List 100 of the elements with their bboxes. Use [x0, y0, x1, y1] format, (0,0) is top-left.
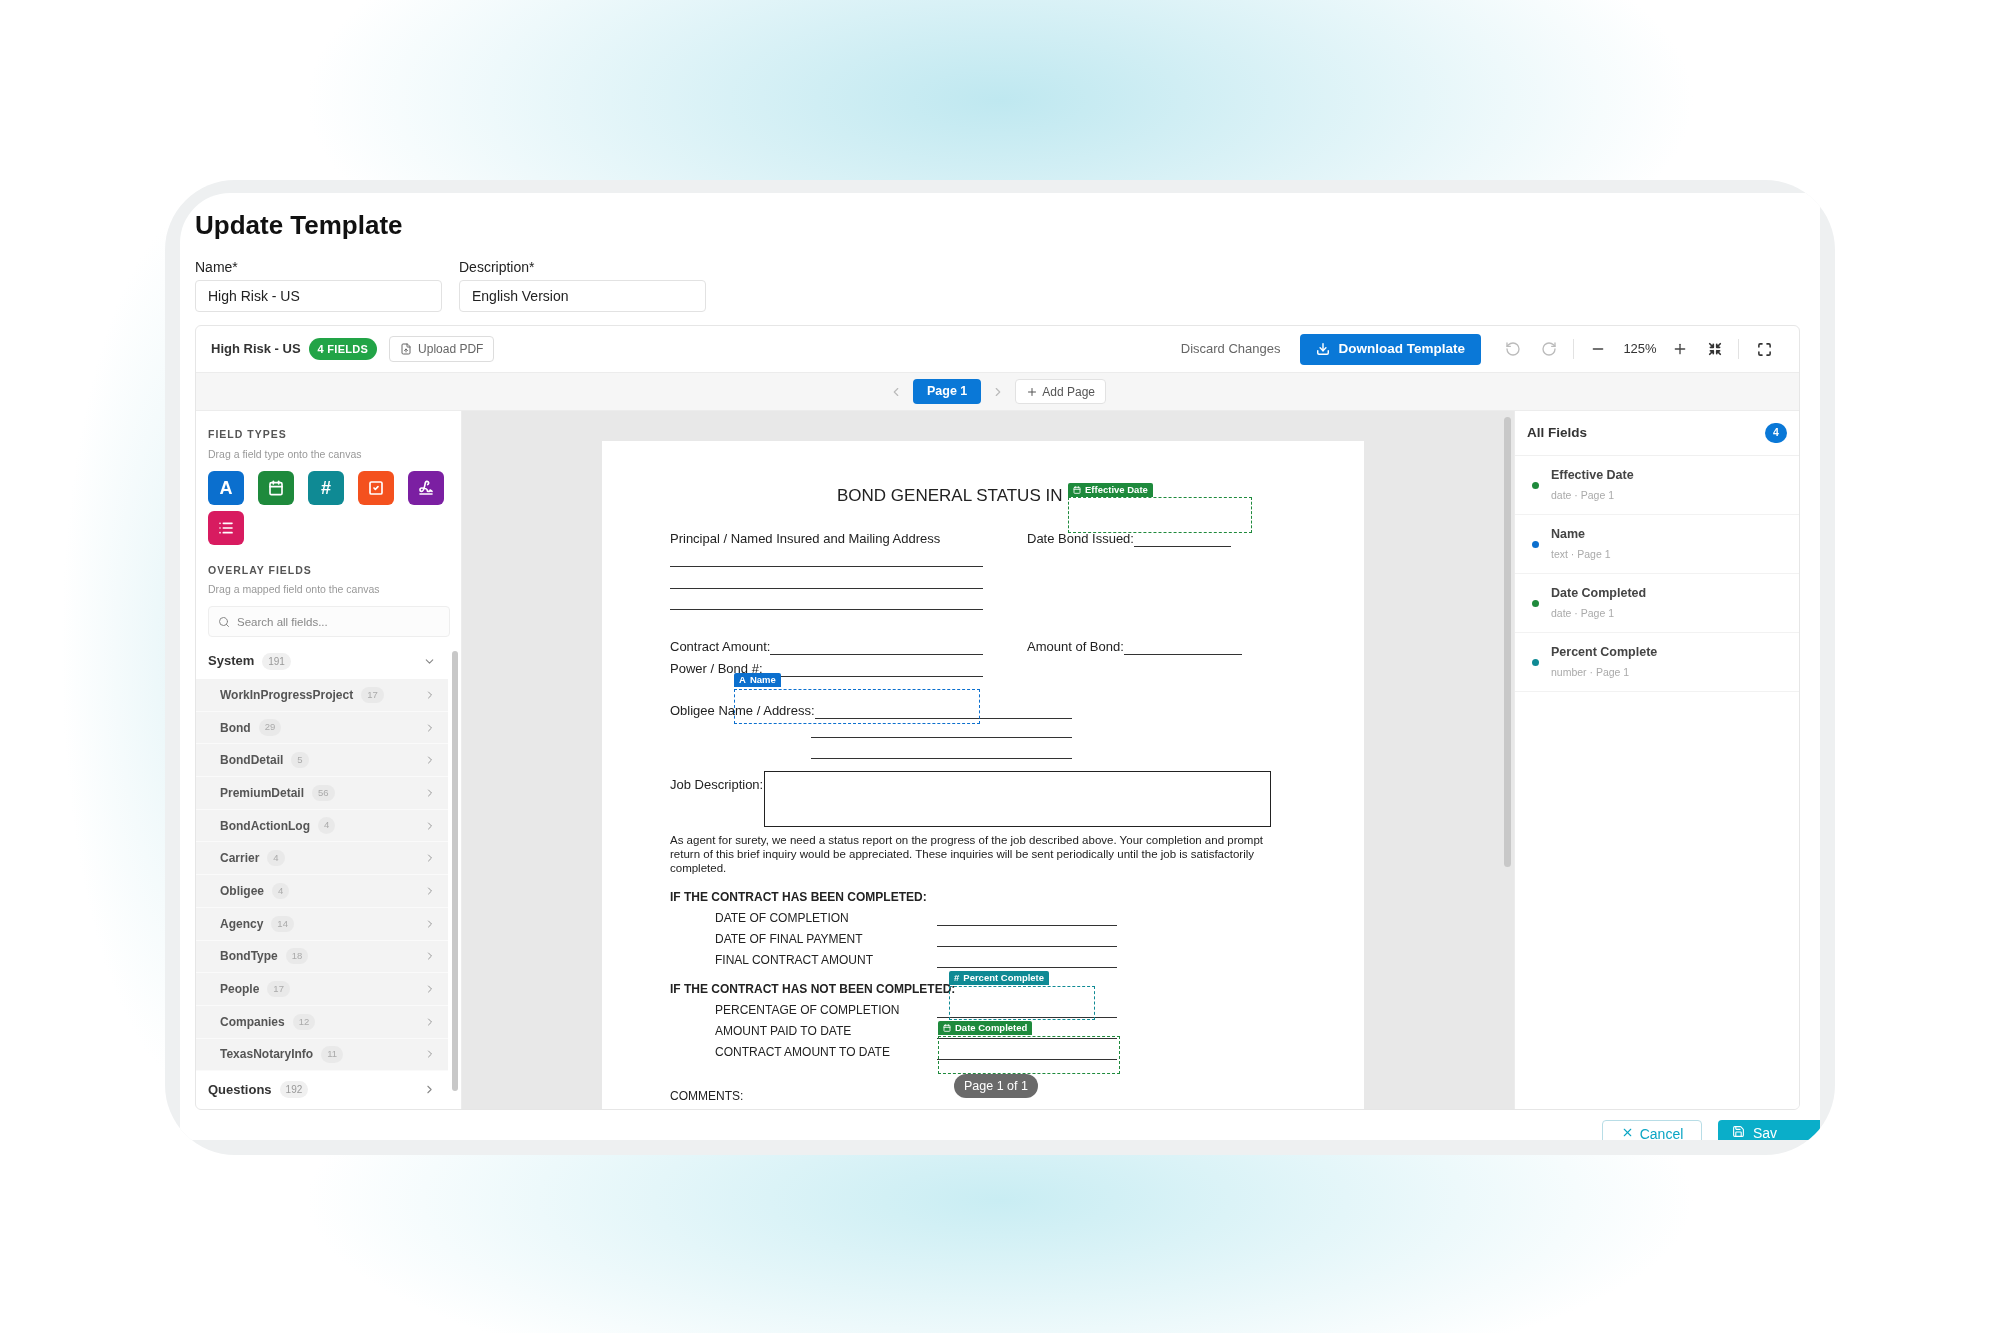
group-row[interactable]: Questions 192: [196, 1071, 448, 1108]
count-pill: 192: [279, 1080, 309, 1098]
form-label: CONTRACT AMOUNT TO DATE: [715, 1044, 891, 1060]
field-group-item[interactable]: People 17: [196, 973, 448, 1006]
group-name: System: [208, 652, 255, 671]
field-tag[interactable]: Effective Date: [1068, 483, 1153, 497]
page-tab[interactable]: Page 1: [913, 379, 982, 404]
form-label: Obligee Name / Address:: [670, 703, 815, 719]
count-pill: 56: [312, 784, 335, 802]
scrollbar-thumb[interactable]: [451, 651, 458, 1091]
field-list-item[interactable]: Effective Date date · Page 1: [1515, 456, 1799, 515]
section-heading: FIELD TYPES: [208, 427, 288, 442]
group-name: Questions: [208, 1080, 272, 1099]
download-template-button[interactable]: Download Template: [1300, 333, 1481, 365]
search-field[interactable]: Search all fields...: [208, 606, 450, 637]
field-type-button[interactable]: [258, 470, 294, 505]
discard-changes-button[interactable]: Discard Changes: [1180, 339, 1281, 359]
zoom-level: 125%: [1622, 340, 1658, 359]
count-pill: 12: [292, 1013, 316, 1030]
field-group-item[interactable]: PremiumDetail 56: [196, 777, 448, 810]
field-type-button[interactable]: #: [308, 470, 344, 505]
count-pill: 5: [291, 752, 309, 769]
item-name: BondType: [220, 948, 278, 966]
form-label: DATE OF FINAL PAYMENT: [715, 931, 864, 947]
field-type-button[interactable]: [358, 470, 394, 505]
field-group-item[interactable]: Companies 12: [196, 1005, 448, 1039]
calendar-icon: [943, 1024, 951, 1032]
input-field[interactable]: High Risk - US: [195, 280, 442, 312]
field-tag[interactable]: A Name: [734, 673, 781, 687]
item-name: BondActionLog: [220, 817, 310, 835]
file-upload-icon: [400, 343, 413, 355]
field-group-item[interactable]: WorkInProgressProject 17: [196, 679, 448, 712]
scrollbar-thumb[interactable]: [1503, 417, 1511, 867]
zoom-in-icon[interactable]: [1672, 341, 1688, 357]
field-group-item[interactable]: TexasNotaryInfo 11: [196, 1038, 448, 1072]
count-pill: 17: [267, 980, 290, 998]
field-tag[interactable]: # Percent Complete: [949, 971, 1050, 985]
field-type-button[interactable]: A: [208, 470, 244, 505]
field-tag[interactable]: Date Completed: [938, 1021, 1033, 1035]
item-name: Bond: [220, 719, 251, 737]
field-meta: date · Page 1: [1551, 606, 1616, 621]
calendar-icon: [268, 479, 284, 496]
count-pill: 4: [272, 882, 290, 900]
item-name: PremiumDetail: [220, 784, 305, 802]
form-label: Amount of Bond:: [1027, 639, 1124, 655]
section-hint: Drag a mapped field onto the canvas: [208, 582, 381, 598]
field-list-item[interactable]: Name text · Page 1: [1515, 515, 1799, 574]
field-count-badge: 4 FIELDS: [308, 337, 378, 361]
form-label: Date Bond Issued:: [1027, 531, 1134, 547]
form-label: PERCENTAGE OF COMPLETION: [715, 1002, 901, 1018]
add-page-button[interactable]: Add Page: [1015, 379, 1106, 404]
count-pill: 14: [271, 915, 294, 932]
download-icon: [1316, 342, 1331, 356]
item-name: Obligee: [220, 882, 264, 900]
field-group-item[interactable]: Obligee 4: [196, 875, 448, 908]
input-field[interactable]: English Version: [459, 280, 706, 312]
form-label: Contract Amount:: [670, 639, 771, 655]
field-group-item[interactable]: BondActionLog 4: [196, 809, 448, 843]
field-meta: date · Page 1: [1551, 488, 1616, 503]
field-group-item[interactable]: Agency 14: [196, 907, 448, 941]
checkbox-icon: [368, 479, 384, 496]
group-row[interactable]: System 191: [196, 643, 448, 679]
count-pill: 191: [262, 652, 291, 670]
field-meta: text · Page 1: [1551, 547, 1611, 562]
plus-icon: [1026, 385, 1039, 398]
section-hint: Drag a field type onto the canvas: [208, 446, 363, 462]
page-indicator: Page 1 of 1: [954, 1074, 1038, 1098]
form-label: Job Description:: [670, 776, 764, 794]
page-title: Update Template: [195, 209, 404, 241]
item-name: Companies: [220, 1013, 285, 1031]
hash-icon: #: [321, 478, 331, 497]
field-name: Percent Complete: [1551, 644, 1658, 662]
save-icon: [1732, 1125, 1745, 1138]
fullscreen-icon[interactable]: [1757, 341, 1772, 357]
field-meta: number · Page 1: [1551, 665, 1631, 680]
field-label: Description*: [459, 259, 536, 275]
section-heading: IF THE CONTRACT HAS BEEN COMPLETED:: [670, 889, 927, 905]
count-pill: 4: [318, 817, 336, 834]
panel-title: All Fields: [1527, 423, 1587, 442]
form-label: Principal / Named Insured and Mailing Address: [670, 531, 942, 547]
form-label: COMMENTS:: [670, 1088, 744, 1104]
field-type-button[interactable]: [208, 510, 244, 545]
item-name: People: [220, 981, 260, 999]
fit-to-page-icon[interactable]: [1708, 342, 1722, 356]
field-list-item[interactable]: Percent Complete number · Page 1: [1515, 633, 1799, 692]
upload-pdf-button[interactable]: Upload PDF: [389, 336, 495, 362]
item-name: BondDetail: [220, 752, 284, 770]
template-name: High Risk - US: [211, 340, 301, 359]
field-name: Date Completed: [1551, 585, 1647, 603]
form-label: AMOUNT PAID TO DATE: [715, 1023, 853, 1039]
form-label: FINAL CONTRACT AMOUNT: [715, 952, 874, 968]
letter-icon: A: [739, 675, 746, 685]
field-type-button[interactable]: [408, 470, 444, 505]
document-title: BOND GENERAL STATUS IN: [837, 485, 1063, 507]
count-pill: 11: [321, 1046, 343, 1063]
search-icon: [218, 616, 230, 628]
count-pill: 18: [285, 948, 309, 965]
field-group-item[interactable]: BondType 18: [196, 940, 448, 974]
field-group-item[interactable]: BondDetail 5: [196, 744, 448, 778]
field-list-item[interactable]: Date Completed date · Page 1: [1515, 574, 1799, 633]
